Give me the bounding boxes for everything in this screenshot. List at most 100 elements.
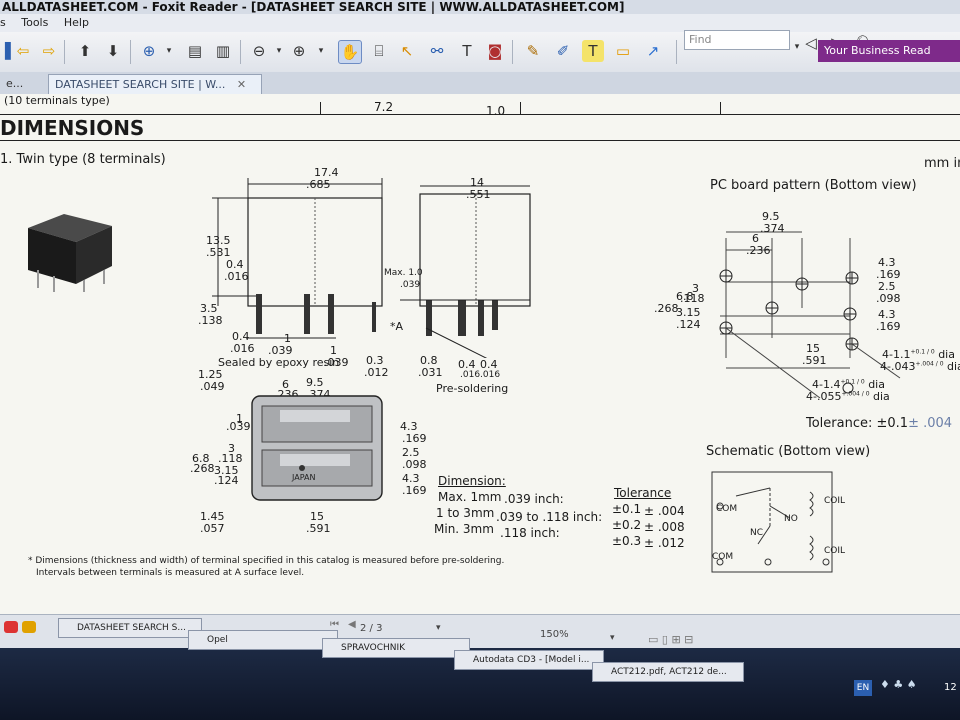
find-input[interactable]: Find (684, 30, 790, 50)
bottom-view-drawing: JAPAN (251, 395, 383, 501)
dim-label: .118 (680, 292, 705, 305)
zoom-dropdown-icon[interactable]: ▾ (158, 40, 180, 62)
close-icon[interactable]: ✕ (237, 78, 246, 91)
pencil-icon[interactable]: ✐ (552, 40, 574, 62)
snapshot-icon[interactable]: ◙ (484, 40, 506, 62)
tab-label: DATASHEET SEARCH SITE | W... (55, 78, 226, 91)
dim-label: .268 (654, 302, 679, 315)
page-dropdown-icon[interactable]: ▾ (436, 623, 441, 633)
prev-page-icon[interactable]: ◀ (348, 619, 356, 630)
language-indicator[interactable]: EN (854, 680, 872, 696)
dimension-row-label: Min. 3mm (434, 522, 494, 536)
sealed-label: Sealed by epoxy resin (218, 356, 340, 369)
dim-label: .138 (198, 314, 223, 327)
dim-label: .016 (224, 270, 249, 283)
dim-label: .039 (400, 280, 421, 290)
ad-banner[interactable]: Your Business Read (818, 40, 960, 62)
first-page-icon[interactable]: ⏮ (330, 619, 339, 630)
highlight-icon[interactable]: ✎ (522, 40, 544, 62)
taskbar-item[interactable]: ACT212.pdf, ACT212 de... (592, 662, 744, 682)
zoom-indicator[interactable]: 150% (540, 629, 569, 640)
ad-text: Your Business Read (824, 44, 931, 57)
japan-label: JAPAN (291, 473, 315, 482)
page-indicator[interactable]: 2 / 3 (360, 623, 382, 634)
dim-label: .551 (466, 188, 491, 201)
footnote: Intervals between terminals is measured … (36, 568, 305, 578)
dimension-row-label: Max. 1mm (438, 490, 502, 504)
zoom-out-icon[interactable]: ⊖ (248, 40, 270, 62)
tolerance-mm: ±0.3 (612, 534, 642, 548)
zoom-plus-dropdown-icon[interactable]: ▾ (310, 40, 332, 62)
menu-bar: s Tools Help (0, 14, 960, 32)
fit-width-icon[interactable]: ▥ (212, 40, 234, 62)
tolerance-in: ± .012 (644, 536, 685, 550)
select-arrow-icon[interactable]: ↖ (396, 40, 418, 62)
pcb-title: PC board pattern (Bottom view) (710, 178, 917, 193)
dim-label: .124 (676, 318, 701, 331)
tab-datasheet[interactable]: DATASHEET SEARCH SITE | W... ✕ (48, 74, 262, 95)
schematic-title: Schematic (Bottom view) (706, 444, 871, 459)
dim-label: .169 (402, 432, 427, 445)
dim-label: .012 (364, 366, 389, 379)
page-down-icon[interactable]: ⬇ (102, 40, 124, 62)
zoom-plus-icon[interactable]: ⊕ (288, 40, 310, 62)
page-up-icon[interactable]: ⬆ (74, 40, 96, 62)
dim-label: .016 (460, 370, 481, 380)
zoom-in-icon[interactable]: ⊕ (138, 40, 160, 62)
schematic-label: COIL (824, 496, 846, 506)
hand-tool-icon[interactable]: ✋ (338, 40, 362, 64)
dim-label: .098 (876, 292, 901, 305)
dim-label: .039 (226, 420, 251, 433)
taskbar-item[interactable]: SPRAVOCHNIK (322, 638, 470, 658)
window-titlebar: ALLDATASHEET.COM - Foxit Reader - [DATAS… (0, 0, 960, 14)
dimension-row-inch: .039 to .118 inch: (496, 510, 603, 524)
table-cell: 7.2 (374, 100, 394, 114)
zoom-out-dropdown-icon[interactable]: ▾ (268, 40, 290, 62)
tray-icons[interactable]: ♦ ♣ ♠ (880, 678, 917, 691)
subsection-title: 1. Twin type (8 terminals) (0, 152, 166, 167)
schematic-label: NC (750, 528, 764, 538)
tab-previous[interactable]: e... (0, 74, 29, 94)
hole-spec-in: 4-.055+.004 / 0 dia (806, 390, 890, 403)
fit-page-icon[interactable]: ▤ (184, 40, 206, 62)
taskbar-item[interactable]: Autodata CD3 - [Model i... (454, 650, 604, 670)
binoculars-icon[interactable]: ⚯ (426, 40, 448, 62)
back-icon[interactable]: ⇦ (12, 40, 34, 62)
arrow-tool-icon[interactable]: ↗ (642, 40, 664, 62)
note-icon[interactable]: ▭ (612, 40, 634, 62)
tolerance-table-title: Tolerance (614, 486, 672, 500)
zoom-dropdown-icon[interactable]: ▾ (610, 633, 615, 643)
dim-label: .591 (802, 354, 827, 367)
dimension-row-label: 1 to 3mm (436, 506, 495, 520)
taskbar: DATASHEET SEARCH S... Opel SPRAVOCHNIK A… (0, 618, 960, 720)
dim-label: .169 (402, 484, 427, 497)
dimension-table-title: Dimension: (438, 474, 506, 488)
pre-soldering-label: Pre-soldering (436, 382, 509, 395)
dim-label: .124 (214, 474, 239, 487)
tab-label: e... (6, 77, 24, 90)
tolerance-in: ± .004 (644, 504, 685, 518)
dim-label: *A (390, 320, 404, 333)
schematic-label: NO (784, 514, 798, 524)
taskbar-item[interactable]: Opel (188, 630, 338, 650)
layout-icons[interactable]: ▭ ▯ ⊞ ⊟ (648, 633, 693, 646)
relay-photo (28, 214, 112, 292)
clock: 12 (944, 682, 957, 693)
pcb-pattern-drawing (719, 231, 901, 398)
schematic-label: COM (712, 552, 734, 562)
pcb-tolerance: Tolerance: ±0.1± .004 (806, 416, 953, 431)
window-title: ALLDATASHEET.COM - Foxit Reader - [DATAS… (2, 0, 625, 14)
menu-item-view[interactable]: s (0, 16, 6, 29)
typewriter-icon[interactable]: T (456, 40, 478, 62)
taskbar-item[interactable]: DATASHEET SEARCH S... (58, 618, 202, 638)
dim-label: .169 (876, 320, 901, 333)
select-text-icon[interactable]: ⌸ (368, 40, 390, 62)
menu-item-help[interactable]: Help (64, 16, 89, 29)
forward-icon[interactable]: ⇨ (38, 40, 60, 62)
unit-label: mm in (924, 156, 960, 171)
hole-spec-in: 4-.043+.004 / 0 dia (880, 360, 960, 373)
textbox-icon[interactable]: T (582, 40, 604, 62)
dim-label: .268 (190, 462, 215, 475)
menu-item-tools[interactable]: Tools (21, 16, 48, 29)
dimension-row-inch: .118 inch: (500, 526, 560, 540)
